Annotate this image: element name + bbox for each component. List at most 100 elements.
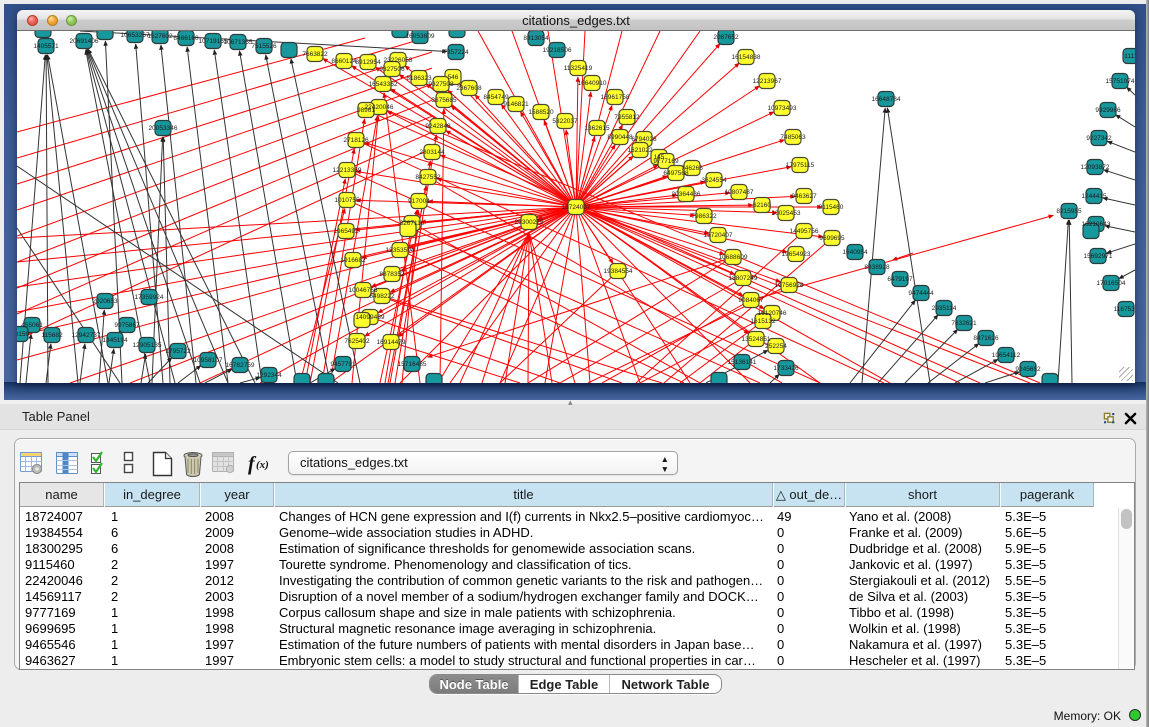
svg-text:15716485: 15716485 (398, 361, 427, 368)
svg-text:7515526: 7515526 (251, 43, 277, 50)
svg-text:(x): (x) (256, 459, 269, 471)
svg-text:16640910: 16640910 (578, 80, 607, 87)
svg-text:6497568: 6497568 (663, 170, 689, 177)
svg-text:98961: 98961 (357, 107, 375, 114)
svg-text:2087652: 2087652 (713, 34, 739, 41)
svg-text:19218506: 19218506 (543, 47, 572, 54)
svg-text:16961758: 16961758 (601, 94, 630, 101)
svg-text:23226058: 23226058 (384, 57, 413, 64)
svg-text:10688609: 10688609 (719, 254, 748, 261)
svg-text:17359924: 17359924 (135, 294, 164, 301)
svg-text:62160: 62160 (753, 202, 771, 209)
svg-text:16154838: 16154838 (732, 54, 761, 61)
svg-text:9084067: 9084067 (738, 297, 764, 304)
svg-text:6479197: 6479197 (887, 276, 913, 283)
svg-text:11325419: 11325419 (564, 65, 593, 72)
svg-text:1405571: 1405571 (33, 43, 59, 50)
svg-text:16120746: 16120746 (758, 310, 787, 317)
svg-text:8454749: 8454749 (483, 94, 509, 101)
svg-text:9699695: 9699695 (819, 235, 845, 242)
svg-text:9146821: 9146821 (503, 101, 529, 108)
svg-text:1733426: 1733426 (773, 365, 799, 372)
svg-text:9463627: 9463627 (791, 193, 817, 200)
svg-text:8912954: 8912954 (355, 59, 381, 66)
svg-text:1965492: 1965492 (333, 228, 359, 235)
svg-text:1916682: 1916682 (340, 257, 366, 264)
svg-text:12093872: 12093872 (1081, 164, 1110, 171)
svg-text:6794028: 6794028 (631, 136, 657, 143)
svg-text:16914479: 16914479 (377, 339, 406, 346)
svg-text:15136141: 15136141 (728, 359, 757, 366)
svg-text:1345194: 1345194 (102, 337, 128, 344)
svg-text:8938928: 8938928 (864, 264, 890, 271)
svg-text:1527602: 1527602 (147, 33, 173, 40)
svg-text:15720407: 15720407 (704, 232, 733, 239)
svg-text:2020653: 2020653 (92, 298, 118, 305)
svg-text:17016504: 17016504 (1097, 280, 1126, 287)
svg-text:9327506: 9327506 (379, 66, 405, 73)
svg-text:12353594: 12353594 (386, 247, 415, 254)
svg-text:5322037: 5322037 (552, 118, 578, 125)
svg-text:7955812: 7955812 (614, 114, 640, 121)
svg-text:9115460: 9115460 (819, 204, 844, 211)
svg-text:9474444: 9474444 (908, 290, 934, 297)
svg-text:6466160: 6466160 (173, 35, 199, 42)
svg-text:2803144: 2803144 (419, 149, 445, 156)
svg-text:8990448: 8990448 (607, 134, 633, 141)
svg-text:7357224: 7357224 (443, 49, 469, 56)
svg-text:10025453: 10025453 (772, 210, 801, 217)
svg-text:2935114: 2935114 (932, 305, 957, 312)
svg-text:8471626: 8471626 (973, 335, 999, 342)
svg-text:7986322: 7986322 (691, 213, 717, 220)
svg-text:115682: 115682 (41, 332, 63, 339)
svg-text:15751074: 15751074 (1106, 78, 1135, 85)
svg-text:15692971: 15692971 (1084, 253, 1113, 260)
svg-text:9245652: 9245652 (1015, 366, 1041, 373)
svg-text:12213369: 12213369 (333, 167, 362, 174)
svg-text:1362615: 1362615 (584, 125, 610, 132)
svg-text:1615132: 1615132 (750, 318, 776, 325)
svg-text:10671355: 10671355 (224, 39, 253, 46)
svg-text:10807487: 10807487 (725, 189, 754, 196)
svg-text:9327508: 9327508 (428, 81, 454, 88)
svg-text:10654112: 10654112 (992, 352, 1021, 359)
svg-text:546: 546 (448, 74, 459, 81)
svg-text:7663822: 7663822 (302, 51, 328, 58)
svg-text:2718126: 2718126 (343, 137, 369, 144)
svg-text:455061: 455061 (21, 322, 43, 329)
svg-text:12942737: 12942737 (72, 332, 101, 339)
svg-text:12905135: 12905135 (133, 342, 162, 349)
svg-text:7485063: 7485063 (780, 134, 806, 141)
svg-text:1588520: 1588520 (528, 109, 554, 116)
svg-text:19654923: 19654923 (782, 251, 811, 258)
svg-text:1010755: 1010755 (334, 197, 360, 204)
svg-text:17975115: 17975115 (786, 162, 815, 169)
svg-text:9975867: 9975867 (114, 322, 140, 329)
svg-text:9457791: 9457791 (330, 361, 356, 368)
svg-text:3675685: 3675685 (431, 97, 457, 104)
svg-text:39159: 39159 (17, 331, 29, 338)
svg-text:6498222: 6498222 (369, 293, 395, 300)
svg-text:14495756: 14495756 (790, 228, 819, 235)
svg-text:10653267: 10653267 (121, 32, 150, 39)
svg-text:19756928: 19756928 (775, 282, 804, 289)
svg-text:18807249: 18807249 (729, 275, 758, 282)
svg-text:1292344: 1292344 (256, 372, 282, 379)
svg-text:16210643: 16210643 (1082, 221, 1111, 228)
svg-text:20053346: 20053346 (149, 125, 178, 132)
svg-text:10958107: 10958107 (194, 357, 223, 364)
svg-text:18724007: 18724007 (562, 204, 591, 211)
svg-text:16782759: 16782759 (226, 362, 255, 369)
svg-text:3624554: 3624554 (701, 177, 727, 184)
svg-text:9329966: 9329966 (1095, 107, 1121, 114)
svg-text:9227342: 9227342 (1086, 135, 1112, 142)
svg-text:7625402: 7625402 (344, 338, 370, 345)
svg-text:16053809: 16053809 (406, 33, 435, 40)
svg-text:1244415: 1244415 (1081, 193, 1107, 200)
svg-text:10973493: 10973493 (768, 105, 797, 112)
svg-text:7632621: 7632621 (951, 320, 977, 327)
svg-text:19384554: 19384554 (604, 268, 633, 275)
svg-text:1112: 1112 (1124, 53, 1135, 60)
svg-text:917004: 917004 (408, 198, 430, 205)
svg-text:14099489: 14099489 (356, 314, 385, 321)
